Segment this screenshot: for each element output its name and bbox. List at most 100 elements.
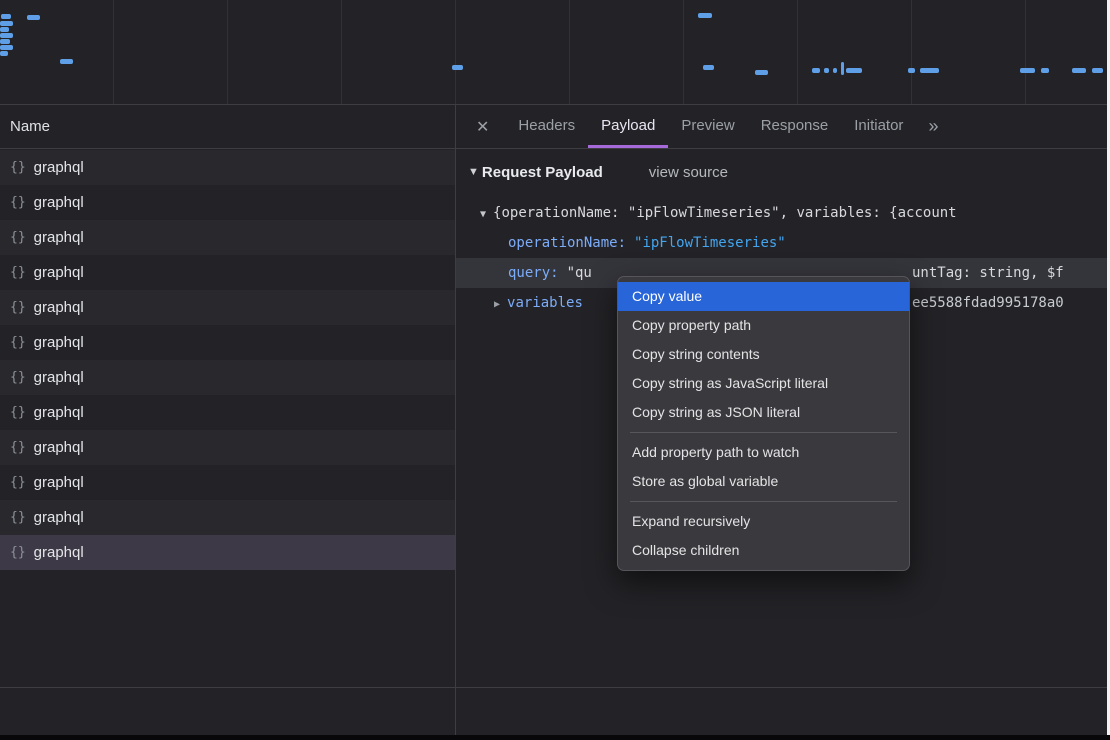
overview-bar bbox=[833, 68, 837, 73]
name-column-label: Name bbox=[10, 118, 50, 135]
overview-bar bbox=[0, 33, 13, 38]
menu-item-copy-value[interactable]: Copy value bbox=[618, 282, 909, 311]
overview-bar bbox=[846, 68, 862, 73]
property-value: "qu bbox=[567, 265, 592, 281]
overview-bar bbox=[0, 39, 10, 44]
expand-triangle-icon[interactable]: ▶ bbox=[494, 299, 500, 310]
request-label: graphql bbox=[34, 509, 84, 526]
collapse-triangle-icon[interactable]: ▼ bbox=[480, 209, 486, 220]
overview-bar bbox=[908, 68, 915, 73]
network-overview[interactable] bbox=[0, 0, 1107, 105]
menu-item-copy-string-as-javascript-literal[interactable]: Copy string as JavaScript literal bbox=[618, 369, 909, 398]
request-row-graphql[interactable]: {} graphql bbox=[0, 500, 455, 535]
overview-bar bbox=[755, 70, 768, 75]
overview-gridline bbox=[455, 0, 456, 104]
context-menu: Copy valueCopy property pathCopy string … bbox=[617, 276, 910, 571]
object-preview: {operationName: "ipFlowTimeseries", vari… bbox=[493, 205, 957, 221]
json-braces-icon: {} bbox=[10, 230, 26, 245]
overview-bar bbox=[698, 13, 712, 18]
overview-gridline bbox=[797, 0, 798, 104]
window-bottom-edge bbox=[0, 735, 1110, 740]
request-row-graphql[interactable]: {} graphql bbox=[0, 395, 455, 430]
json-braces-icon: {} bbox=[10, 160, 26, 175]
menu-item-copy-property-path[interactable]: Copy property path bbox=[618, 311, 909, 340]
json-braces-icon: {} bbox=[10, 265, 26, 280]
request-row-graphql[interactable]: {} graphql bbox=[0, 255, 455, 290]
request-row-graphql[interactable]: {} graphql bbox=[0, 150, 455, 185]
request-row-graphql[interactable]: {}graphql bbox=[0, 535, 455, 570]
overview-gridline bbox=[227, 0, 228, 104]
overview-bar bbox=[920, 68, 939, 73]
request-row-graphql[interactable]: {}graphql bbox=[0, 185, 455, 220]
json-braces-icon: {} bbox=[10, 370, 26, 385]
overview-gridline bbox=[911, 0, 912, 104]
overview-gridline bbox=[569, 0, 570, 104]
tab-initiator[interactable]: Initiator bbox=[841, 105, 916, 148]
property-value-continued: untTag: string, $f bbox=[912, 258, 1064, 288]
request-label: graphql bbox=[34, 544, 84, 561]
tree-row-operationname[interactable]: operationName:"ipFlowTimeseries" bbox=[456, 228, 1107, 258]
overview-bar bbox=[1, 14, 11, 19]
tab-response[interactable]: Response bbox=[748, 105, 842, 148]
request-label: graphql bbox=[34, 299, 84, 316]
request-label: graphql bbox=[34, 194, 84, 211]
collapse-triangle-icon[interactable]: ▼ bbox=[468, 166, 479, 178]
request-label: graphql bbox=[34, 229, 84, 246]
panel-divider-vertical[interactable] bbox=[455, 105, 456, 735]
section-title: Request Payload bbox=[482, 164, 603, 181]
overview-bar bbox=[703, 65, 714, 70]
json-braces-icon: {} bbox=[10, 475, 26, 490]
close-detail-button[interactable]: ✕ bbox=[456, 105, 505, 148]
overview-bar bbox=[1020, 68, 1035, 73]
overview-bar bbox=[60, 59, 73, 64]
view-source-link[interactable]: view source bbox=[649, 164, 728, 181]
overview-bar bbox=[0, 21, 13, 26]
property-value-continued: ee5588fdad995178a0 bbox=[912, 288, 1064, 318]
property-key: query: bbox=[508, 265, 559, 281]
tree-row-root[interactable]: ▼ {operationName: "ipFlowTimeseries", var… bbox=[456, 198, 1107, 228]
devtools-window: Name ✕ HeadersPayloadPreviewResponseInit… bbox=[0, 0, 1110, 740]
menu-item-copy-string-contents[interactable]: Copy string contents bbox=[618, 340, 909, 369]
request-row-graphql[interactable]: {}graphql bbox=[0, 290, 455, 325]
menu-item-copy-string-as-json-literal[interactable]: Copy string as JSON literal bbox=[618, 398, 909, 427]
more-tabs-button[interactable]: » bbox=[916, 105, 948, 148]
menu-separator bbox=[630, 501, 897, 502]
overview-bar bbox=[824, 68, 829, 73]
tab-headers[interactable]: Headers bbox=[505, 105, 588, 148]
overview-gridline bbox=[341, 0, 342, 104]
request-label: graphql bbox=[34, 474, 84, 491]
request-label: graphql bbox=[34, 159, 84, 176]
menu-item-add-property-path-to-watch[interactable]: Add property path to watch bbox=[618, 438, 909, 467]
request-label: graphql bbox=[34, 404, 84, 421]
overview-bar bbox=[0, 45, 13, 50]
request-row-graphql[interactable]: {} graphql bbox=[0, 360, 455, 395]
request-row-graphql[interactable]: {} graphql bbox=[0, 430, 455, 465]
overview-bar bbox=[27, 15, 40, 20]
request-label: graphql bbox=[34, 369, 84, 386]
request-label: graphql bbox=[34, 439, 84, 456]
menu-item-expand-recursively[interactable]: Expand recursively bbox=[618, 507, 909, 536]
request-list: {} graphql {} graphql {} graphql {} graphql {} gr… bbox=[0, 150, 455, 570]
overview-bar bbox=[0, 27, 9, 32]
json-braces-icon: {} bbox=[10, 440, 26, 455]
overview-bar bbox=[1041, 68, 1049, 73]
overview-bar bbox=[841, 62, 844, 75]
json-braces-icon: {} bbox=[10, 405, 26, 420]
property-key: variables bbox=[507, 295, 583, 311]
json-braces-icon: {} bbox=[10, 510, 26, 525]
request-row-graphql[interactable]: {} graphql bbox=[0, 220, 455, 255]
json-braces-icon: {} bbox=[10, 335, 26, 350]
request-payload-section-header[interactable]: ▼ Request Payload view source bbox=[456, 150, 1107, 194]
request-label: graphql bbox=[34, 264, 84, 281]
name-column-header[interactable]: Name bbox=[0, 105, 455, 149]
request-row-graphql[interactable]: {} graphql bbox=[0, 465, 455, 500]
overview-bar bbox=[452, 65, 463, 70]
property-value: "ipFlowTimeseries" bbox=[634, 235, 786, 251]
request-row-graphql[interactable]: {} graphql bbox=[0, 325, 455, 360]
tab-preview[interactable]: Preview bbox=[668, 105, 747, 148]
menu-item-store-as-global-variable[interactable]: Store as global variable bbox=[618, 467, 909, 496]
menu-item-collapse-children[interactable]: Collapse children bbox=[618, 536, 909, 565]
request-label: graphql bbox=[34, 334, 84, 351]
tab-payload[interactable]: Payload bbox=[588, 105, 668, 148]
overview-gridline bbox=[113, 0, 114, 104]
